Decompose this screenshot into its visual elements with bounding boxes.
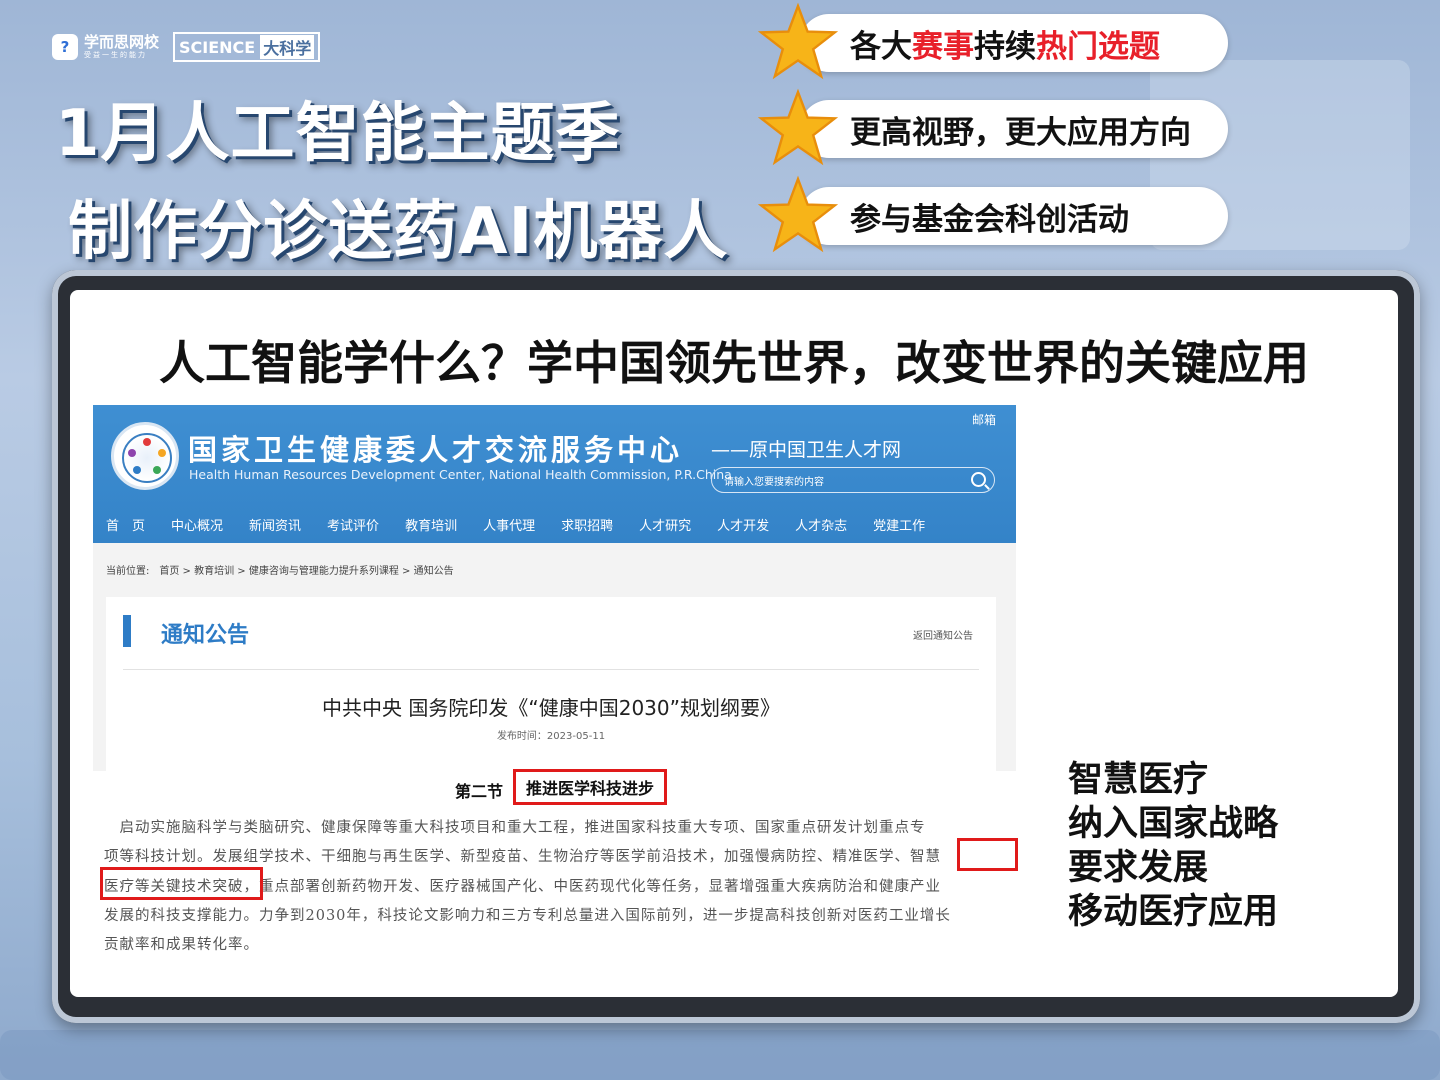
- nav-item-party[interactable]: 党建工作: [860, 515, 938, 534]
- nav-item-hr-agency[interactable]: 人事代理: [470, 515, 548, 534]
- excerpt-section-number: 第二节: [455, 782, 504, 801]
- organization-seal-icon: [111, 422, 179, 490]
- nav-item-home[interactable]: 首 页: [93, 515, 158, 534]
- nav-item-news[interactable]: 新闻资讯: [236, 515, 314, 534]
- side-note: 纳入国家战略: [1068, 804, 1279, 844]
- monitor-screen: 人工智能学什么？学中国领先世界，改变世界的关键应用 国家卫生健康委人才交流服务中…: [70, 290, 1398, 997]
- site-nav: 首 页 中心概况 新闻资讯 考试评价 教育培训 人事代理 求职招聘 人才研究 人…: [93, 511, 1016, 537]
- feature-text-1: 各大赛事持续热门选题: [850, 28, 1160, 65]
- website-header: 国家卫生健康委人才交流服务中心 Health Human Resources D…: [93, 405, 1016, 543]
- brand-name: 学而思网校: [84, 33, 160, 51]
- publish-date: 发布时间：2023-05-11: [496, 731, 606, 742]
- background-shape: [0, 1030, 1440, 1080]
- star-icon: [758, 175, 838, 253]
- brand-mark-icon: ?: [52, 34, 78, 60]
- section-accent-bar: [123, 615, 131, 647]
- search-icon[interactable]: [971, 472, 986, 487]
- nav-item-exams[interactable]: 考试评价: [314, 515, 392, 534]
- science-text: SCIENCE: [179, 37, 256, 57]
- article-title: 中共中央 国务院印发《“健康中国2030”规划纲要》: [322, 696, 780, 720]
- notice-card: 通知公告 返回通知公告 中共中央 国务院印发《“健康中国2030”规划纲要》 发…: [106, 597, 996, 771]
- excerpt-line: 发展的科技支撑能力。力争到2030年，科技论文影响力和三方专利总量进入国际前列，…: [104, 907, 951, 924]
- main-subtitle: 制作分诊送药AI机器人: [68, 195, 729, 269]
- nav-item-magazine[interactable]: 人才杂志: [782, 515, 860, 534]
- side-notes: 智慧医疗 纳入国家战略 要求发展 移动医疗应用: [1068, 758, 1278, 934]
- star-icon: [758, 2, 838, 80]
- science-logo: SCIENCE 大科学: [173, 32, 321, 62]
- brand-logos: ? 学而思网校 受益一生的能力 SCIENCE 大科学: [52, 32, 321, 62]
- nav-item-overview[interactable]: 中心概况: [158, 515, 236, 534]
- feature-text-3: 参与基金会科创活动: [850, 201, 1129, 238]
- nav-item-training[interactable]: 教育培训: [392, 515, 470, 534]
- search-placeholder: 请输入您要搜索的内容: [724, 476, 824, 488]
- highlight-smart-keyword: [957, 838, 1018, 871]
- side-note: 智慧医疗: [1068, 760, 1209, 800]
- feature-pill-1: 各大赛事持续热门选题: [800, 14, 1228, 72]
- nav-item-jobs[interactable]: 求职招聘: [548, 515, 626, 534]
- slide-headline: 人工智能学什么？学中国领先世界，改变世界的关键应用: [159, 336, 1309, 390]
- site-search-input[interactable]: 请输入您要搜索的内容: [711, 467, 995, 493]
- section-title: 通知公告: [161, 623, 250, 648]
- breadcrumb: 当前位置: 首页 > 教育培训 > 健康咨询与管理能力提升系列课程 > 通知公告: [106, 566, 454, 577]
- divider: [123, 669, 979, 670]
- feature-text-2: 更高视野，更大应用方向: [850, 114, 1191, 151]
- back-to-notices-link[interactable]: 返回通知公告: [913, 627, 973, 642]
- mail-link[interactable]: 邮箱: [972, 411, 996, 428]
- highlight-section-title: 推进医学科技进步: [513, 769, 667, 805]
- brand-slogan: 受益一生的能力: [84, 51, 147, 59]
- nav-item-research[interactable]: 人才研究: [626, 515, 704, 534]
- excerpt-line: 启动实施脑科学与类脑研究、健康保障等重大科技项目和重大工程，推进国家科技重大专项…: [104, 820, 926, 836]
- side-note: 要求发展: [1068, 848, 1209, 888]
- org-name-cn: 国家卫生健康委人才交流服务中心: [188, 433, 684, 467]
- excerpt-line: 贡献率和成果转化率。: [104, 937, 259, 954]
- website-screenshot: 国家卫生健康委人才交流服务中心 Health Human Resources D…: [93, 405, 1016, 771]
- science-cn: 大科学: [260, 35, 315, 59]
- feature-pill-3: 参与基金会科创活动: [800, 187, 1228, 245]
- org-former-name: ——原中国卫生人才网: [711, 439, 902, 461]
- nav-item-development[interactable]: 人才开发: [704, 515, 782, 534]
- xueersi-logo: ? 学而思网校 受益一生的能力: [52, 34, 159, 60]
- side-note: 移动医疗应用: [1068, 892, 1279, 932]
- main-title: 1月人工智能主题季: [55, 97, 621, 171]
- org-name-en: Health Human Resources Development Cente…: [189, 467, 732, 482]
- star-icon: [758, 88, 838, 166]
- feature-pill-2: 更高视野，更大应用方向: [800, 100, 1228, 158]
- highlight-key-tech-breakthrough: [100, 867, 263, 900]
